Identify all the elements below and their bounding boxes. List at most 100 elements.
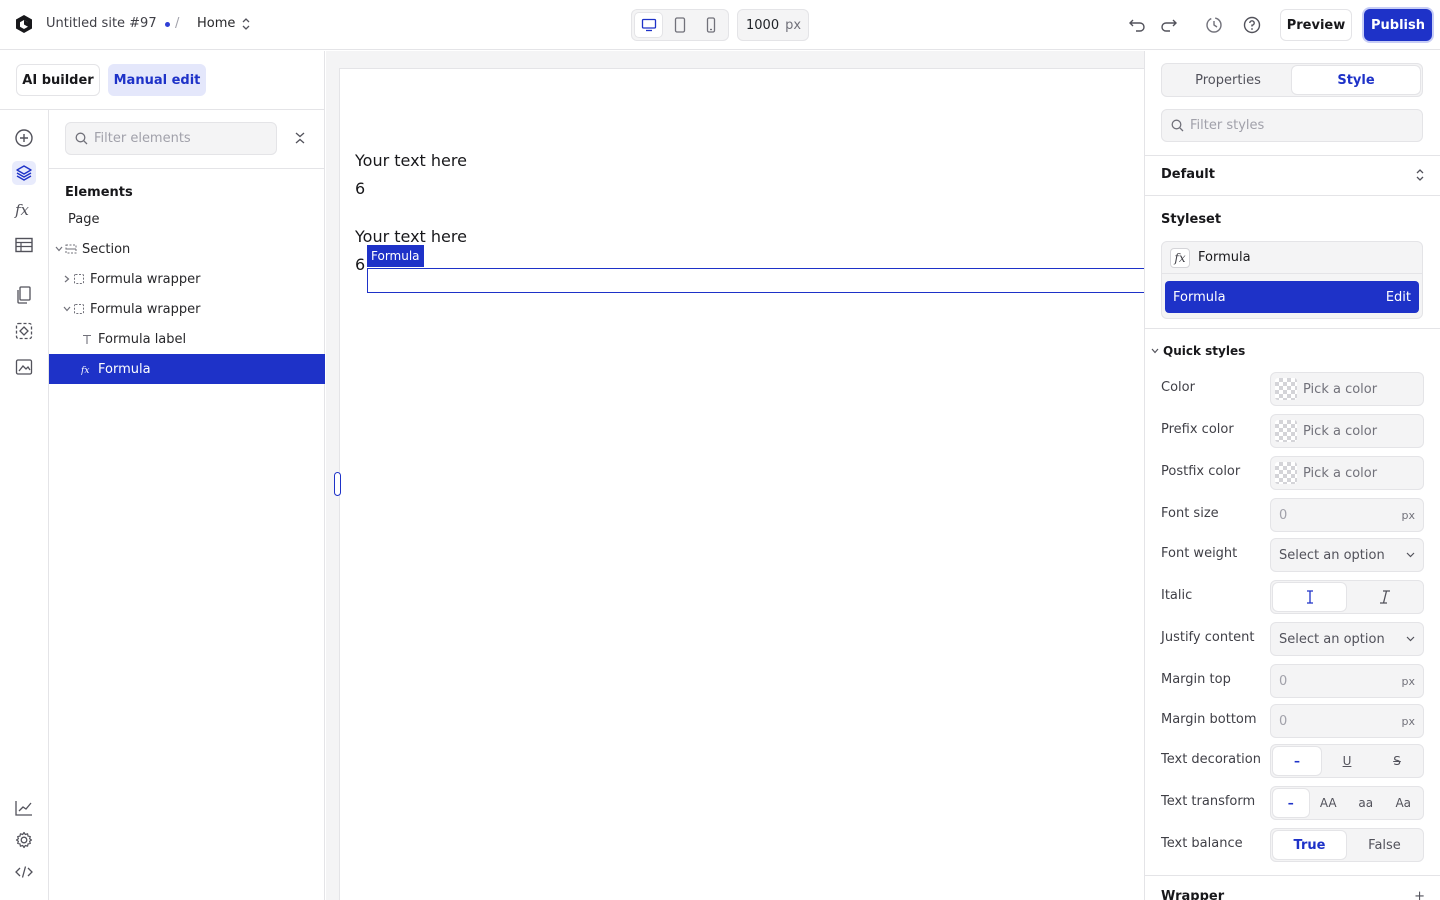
tab-properties[interactable]: Properties bbox=[1164, 66, 1292, 94]
canvas-width-input[interactable]: 1000 px bbox=[737, 9, 809, 41]
text-balance-true-button[interactable]: True bbox=[1273, 831, 1346, 859]
italic-icon bbox=[1379, 590, 1391, 604]
analytics-icon[interactable] bbox=[12, 796, 36, 820]
preview-button[interactable]: Preview bbox=[1280, 9, 1352, 41]
decoration-underline-button[interactable]: U bbox=[1323, 747, 1371, 775]
margin-bottom-unit: px bbox=[1401, 714, 1416, 728]
font-weight-value: Select an option bbox=[1279, 547, 1385, 563]
pages-icon[interactable] bbox=[12, 283, 36, 307]
formula-label-text[interactable]: Your text here bbox=[355, 151, 467, 170]
margin-bottom-input[interactable]: 0 px bbox=[1270, 704, 1424, 738]
font-size-input[interactable]: 0 px bbox=[1270, 498, 1424, 532]
prefix-color-picker[interactable]: Pick a color bbox=[1270, 414, 1424, 448]
desktop-icon[interactable] bbox=[635, 13, 663, 37]
wrapper-icon bbox=[73, 303, 85, 315]
page-selector[interactable]: Home bbox=[197, 16, 251, 31]
wrapper-heading: Wrapper bbox=[1161, 889, 1225, 900]
components-icon[interactable] bbox=[12, 319, 36, 343]
italic-label: Italic bbox=[1161, 588, 1193, 603]
chevron-down-icon bbox=[1151, 348, 1159, 354]
history-icon[interactable] bbox=[1204, 15, 1224, 35]
site-title[interactable]: Untitled site #97 bbox=[46, 16, 157, 31]
formula-value[interactable]: 6 bbox=[355, 255, 365, 274]
tablet-icon[interactable] bbox=[666, 13, 693, 37]
mobile-icon[interactable] bbox=[698, 13, 725, 37]
text-cursor-icon bbox=[1305, 590, 1315, 604]
undo-icon[interactable] bbox=[1127, 15, 1147, 35]
tree-item-section[interactable]: Section bbox=[49, 234, 325, 264]
tree-item-label: Formula wrapper bbox=[90, 271, 201, 287]
chevron-right-icon[interactable] bbox=[61, 273, 73, 285]
layers-icon[interactable] bbox=[12, 161, 36, 185]
styleset-item[interactable]: fx Formula bbox=[1162, 242, 1422, 274]
italic-off-button[interactable] bbox=[1273, 583, 1346, 611]
wrapper-icon bbox=[73, 273, 85, 285]
filter-styles-input[interactable] bbox=[1190, 118, 1410, 133]
color-picker[interactable]: Pick a color bbox=[1270, 372, 1424, 406]
italic-on-button[interactable] bbox=[1348, 583, 1421, 611]
formula-value[interactable]: 6 bbox=[355, 179, 365, 198]
tree-item-page[interactable]: Page bbox=[49, 204, 325, 234]
formula-icon[interactable]: fx bbox=[12, 198, 36, 222]
top-bar: Untitled site #97 / Home 1000 px Preview… bbox=[0, 0, 1440, 50]
manual-edit-button[interactable]: Manual edit bbox=[108, 64, 206, 96]
canvas-resize-handle[interactable] bbox=[334, 472, 341, 496]
tree-item-formula-wrapper[interactable]: Formula wrapper bbox=[49, 264, 325, 294]
canvas-page[interactable]: Your text here 6 Your text here Formula … bbox=[339, 68, 1144, 900]
styleset-heading: Styleset bbox=[1161, 212, 1222, 227]
filter-elements-field[interactable] bbox=[65, 122, 277, 155]
chevron-down-icon[interactable] bbox=[61, 303, 73, 315]
tab-style[interactable]: Style bbox=[1292, 66, 1420, 94]
tree-item-label: Section bbox=[82, 241, 131, 257]
wrapper-section-header[interactable]: Wrapper + bbox=[1161, 889, 1425, 900]
font-weight-select[interactable]: Select an option bbox=[1270, 538, 1424, 572]
collapse-all-icon[interactable] bbox=[291, 129, 309, 147]
decoration-none-button[interactable]: – bbox=[1273, 747, 1321, 775]
transparent-swatch-icon bbox=[1275, 462, 1297, 484]
tree-item-formula-label[interactable]: Formula label bbox=[49, 324, 325, 354]
section-icon bbox=[65, 243, 77, 255]
filter-elements-input[interactable] bbox=[94, 131, 264, 146]
formula-label-text[interactable]: Your text here bbox=[355, 227, 467, 246]
canvas-area: Your text here 6 Your text here Formula … bbox=[326, 51, 1144, 900]
state-selector[interactable]: Default bbox=[1161, 167, 1425, 182]
text-balance-false-button[interactable]: False bbox=[1348, 831, 1421, 859]
elements-panel: Elements Page Section Formula wrapper Fo… bbox=[49, 110, 325, 900]
margin-top-placeholder: 0 bbox=[1279, 673, 1288, 689]
postfix-color-picker[interactable]: Pick a color bbox=[1270, 456, 1424, 490]
transform-lowercase-button[interactable]: aa bbox=[1348, 789, 1384, 817]
margin-top-input[interactable]: 0 px bbox=[1270, 664, 1424, 698]
chevron-down-icon[interactable] bbox=[53, 243, 65, 255]
assets-icon[interactable] bbox=[12, 355, 36, 379]
app-logo-icon[interactable] bbox=[14, 14, 34, 34]
quick-styles-toggle[interactable]: Quick styles bbox=[1151, 344, 1245, 358]
postfix-color-label: Postfix color bbox=[1161, 464, 1241, 479]
data-table-icon[interactable] bbox=[12, 233, 36, 257]
decoration-strikethrough-button[interactable]: S bbox=[1373, 747, 1421, 775]
code-icon[interactable] bbox=[12, 860, 36, 884]
text-balance-label: Text balance bbox=[1161, 836, 1243, 851]
tree-item-formula[interactable]: fx Formula bbox=[49, 354, 325, 384]
settings-gear-icon[interactable] bbox=[12, 828, 36, 852]
justify-content-select[interactable]: Select an option bbox=[1270, 622, 1424, 656]
redo-icon[interactable] bbox=[1159, 15, 1179, 35]
tree-item-formula-wrapper[interactable]: Formula wrapper bbox=[49, 294, 325, 324]
selected-formula-outline[interactable] bbox=[367, 268, 1144, 293]
help-icon[interactable] bbox=[1242, 15, 1262, 35]
transform-uppercase-button[interactable]: AA bbox=[1311, 789, 1347, 817]
add-wrapper-icon[interactable]: + bbox=[1414, 889, 1425, 900]
canvas-width-value: 1000 bbox=[746, 17, 780, 33]
edit-styleset-button[interactable]: Edit bbox=[1386, 290, 1411, 305]
transform-capitalize-button[interactable]: Aa bbox=[1386, 789, 1422, 817]
state-value: Default bbox=[1161, 167, 1215, 182]
publish-button[interactable]: Publish bbox=[1364, 9, 1432, 41]
margin-bottom-label: Margin bottom bbox=[1161, 712, 1257, 727]
add-element-icon[interactable] bbox=[12, 126, 36, 150]
styleset-selected-item[interactable]: Formula Edit bbox=[1165, 281, 1419, 313]
selection-tag[interactable]: Formula bbox=[367, 245, 424, 267]
filter-styles-field[interactable] bbox=[1161, 109, 1423, 142]
color-label: Color bbox=[1161, 380, 1195, 395]
transform-none-button[interactable]: – bbox=[1273, 789, 1309, 817]
ai-builder-button[interactable]: AI builder bbox=[16, 64, 100, 96]
tree-item-label: Formula label bbox=[98, 331, 187, 347]
